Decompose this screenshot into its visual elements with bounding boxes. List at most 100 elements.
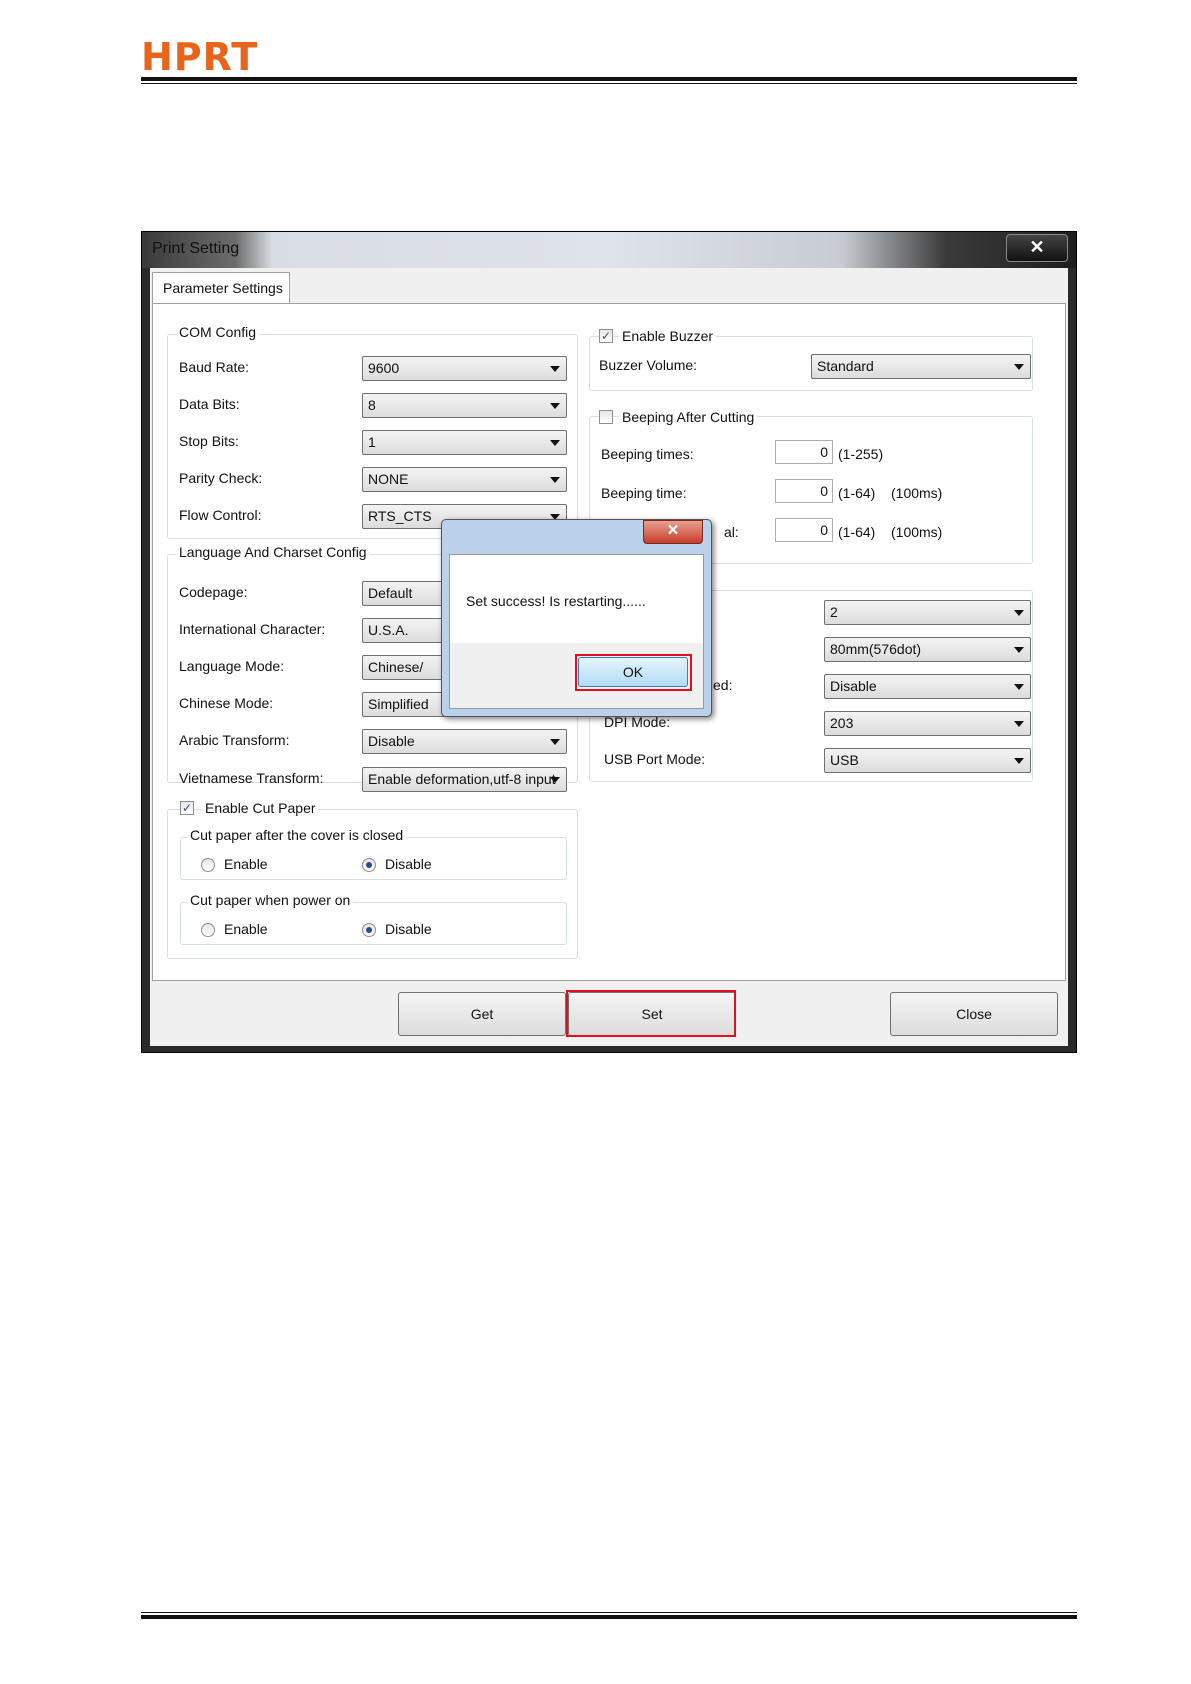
beeping-interval-input[interactable]: 0: [775, 518, 833, 542]
chevron-down-icon: [550, 477, 560, 483]
baud-rate-label: Baud Rate:: [179, 359, 250, 375]
arabic-transform-value: Disable: [368, 733, 415, 749]
setting-3-value: Disable: [830, 678, 877, 694]
footer-rule-thin: [141, 1612, 1077, 1613]
language-charset-title: Language And Charset Config: [176, 544, 370, 560]
enable-buzzer-checkbox[interactable]: ✓: [599, 329, 613, 343]
cover-enable-radio[interactable]: [201, 858, 215, 872]
setting-3-select[interactable]: Disable: [824, 674, 1031, 699]
codepage-label: Codepage:: [179, 584, 248, 600]
vietnamese-transform-value: Enable deformation,utf-8 input: [368, 771, 556, 787]
arabic-transform-select[interactable]: Disable: [362, 729, 567, 754]
dialog-close-button[interactable]: ✕: [643, 520, 703, 544]
cut-power-on-title: Cut paper when power on: [187, 892, 354, 908]
chevron-down-icon: [550, 366, 560, 372]
international-character-label: International Character:: [179, 621, 326, 637]
flow-control-label: Flow Control:: [179, 507, 262, 523]
beeping-times-range: (1-255): [838, 446, 884, 462]
cut-after-cover-title: Cut paper after the cover is closed: [187, 827, 407, 843]
setting-1-value: 2: [830, 604, 838, 620]
usb-port-mode-label: USB Port Mode:: [604, 751, 706, 767]
power-disable-label: Disable: [385, 921, 432, 937]
chevron-down-icon: [1014, 684, 1024, 690]
beeping-time-input[interactable]: 0: [775, 479, 833, 503]
paper-width-value: 80mm(576dot): [830, 641, 922, 657]
header-rule: [141, 77, 1077, 81]
buzzer-volume-label: Buzzer Volume:: [599, 357, 698, 373]
dialog-body: Set success! Is restarting...... OK: [449, 554, 704, 709]
ok-button-highlight: [575, 654, 692, 691]
international-character-value: U.S.A.: [368, 622, 409, 638]
com-config-title: COM Config: [176, 324, 260, 340]
beeping-interval-range: (1-64): [838, 524, 876, 540]
chevron-down-icon: [1014, 647, 1024, 653]
language-mode-value: Chinese/: [368, 659, 424, 675]
footer-rule: [141, 1615, 1077, 1619]
power-enable-label: Enable: [224, 921, 268, 937]
flow-control-value: RTS_CTS: [368, 508, 432, 524]
arabic-transform-label: Arabic Transform:: [179, 732, 290, 748]
data-bits-label: Data Bits:: [179, 396, 240, 412]
enable-cut-paper-checkbox[interactable]: ✓: [180, 801, 194, 815]
enable-buzzer-label: Enable Buzzer: [619, 328, 717, 344]
window-title: Print Setting: [152, 240, 240, 257]
data-bits-select[interactable]: 8: [362, 393, 567, 418]
chinese-mode-value: Simplified: [368, 696, 429, 712]
usb-port-mode-select[interactable]: USB: [824, 748, 1031, 773]
paper-width-select[interactable]: 80mm(576dot): [824, 637, 1031, 662]
beeping-after-cutting-checkbox[interactable]: [599, 410, 613, 424]
chevron-down-icon: [550, 739, 560, 745]
dialog-message: Set success! Is restarting......: [466, 593, 646, 609]
buzzer-volume-select[interactable]: Standard: [811, 354, 1031, 379]
window-titlebar[interactable]: Print Setting ✕: [142, 232, 1076, 268]
data-bits-value: 8: [368, 397, 376, 413]
beeping-interval-unit: (100ms): [891, 524, 943, 540]
dpi-mode-select[interactable]: 203: [824, 711, 1031, 736]
cover-disable-label: Disable: [385, 856, 432, 872]
baud-rate-select[interactable]: 9600: [362, 356, 567, 381]
parity-check-value: NONE: [368, 471, 409, 487]
close-button[interactable]: Close: [890, 992, 1058, 1036]
vietnamese-transform-select[interactable]: Enable deformation,utf-8 input: [362, 767, 567, 792]
chevron-down-icon: [550, 777, 560, 783]
vietnamese-transform-label: Vietnamese Transform:: [179, 770, 324, 786]
stop-bits-label: Stop Bits:: [179, 433, 239, 449]
chevron-down-icon: [550, 403, 560, 409]
beeping-after-cutting-label: Beeping After Cutting: [619, 409, 758, 425]
beeping-time-range: (1-64): [838, 485, 876, 501]
power-enable-radio[interactable]: [201, 923, 215, 937]
set-button-highlight: [566, 990, 736, 1037]
hprt-logo: HPRT: [141, 35, 259, 79]
chevron-down-icon: [1014, 721, 1024, 727]
parity-check-select[interactable]: NONE: [362, 467, 567, 492]
beeping-time-label: Beeping time:: [601, 485, 687, 501]
cover-disable-radio[interactable]: [362, 858, 376, 872]
tab-parameter-settings[interactable]: Parameter Settings: [152, 272, 290, 304]
beeping-times-input[interactable]: 0: [775, 440, 833, 464]
buzzer-volume-value: Standard: [817, 358, 874, 374]
language-mode-label: Language Mode:: [179, 658, 285, 674]
enable-cut-paper-label: Enable Cut Paper: [202, 800, 319, 816]
setting-1-select[interactable]: 2: [824, 600, 1031, 625]
header-rule-thin: [141, 83, 1077, 84]
chevron-down-icon: [1014, 758, 1024, 764]
success-dialog: ✕ Set success! Is restarting...... OK: [441, 519, 712, 717]
stop-bits-select[interactable]: 1: [362, 430, 567, 455]
usb-port-mode-value: USB: [830, 752, 859, 768]
get-button[interactable]: Get: [398, 992, 566, 1036]
chinese-mode-label: Chinese Mode:: [179, 695, 274, 711]
chevron-down-icon: [1014, 364, 1024, 370]
beeping-times-label: Beeping times:: [601, 446, 694, 462]
chevron-down-icon: [1014, 610, 1024, 616]
power-disable-radio[interactable]: [362, 923, 376, 937]
window-close-button[interactable]: ✕: [1006, 234, 1068, 262]
stop-bits-value: 1: [368, 434, 376, 450]
setting-3-label: ed:: [713, 677, 733, 693]
codepage-value: Default: [368, 585, 413, 601]
beeping-interval-label: al:: [724, 524, 739, 540]
chevron-down-icon: [550, 440, 560, 446]
baud-rate-value: 9600: [368, 360, 400, 376]
cover-enable-label: Enable: [224, 856, 268, 872]
dialog-footer: OK: [450, 643, 703, 708]
beeping-time-unit: (100ms): [891, 485, 943, 501]
